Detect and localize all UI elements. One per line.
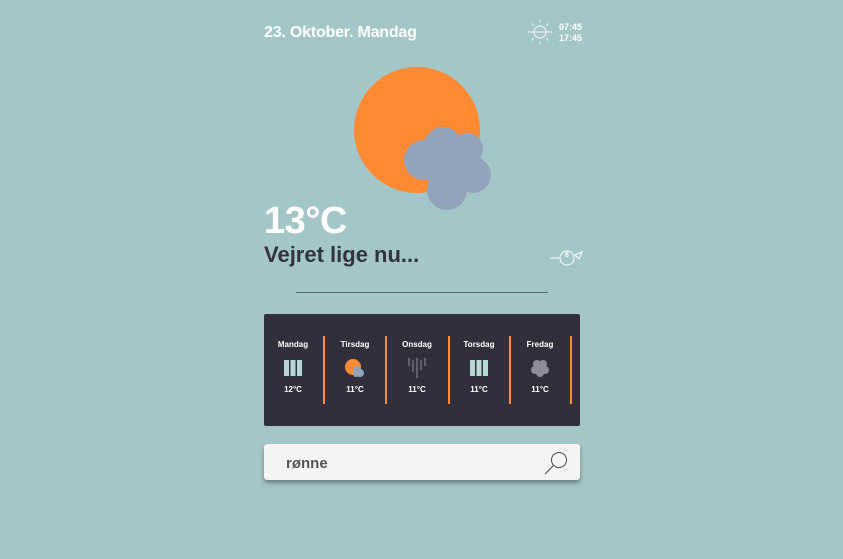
current-temperature: 13°C <box>264 200 347 242</box>
forecast-day: Tirsdag 11°C <box>326 336 384 406</box>
search-input[interactable] <box>284 452 538 474</box>
cloud-icon <box>531 360 549 377</box>
forecast-day: Onsdag 11°C <box>388 336 446 406</box>
weather-app: 23. Oktober. Mandag 07:45 17:45 13°C Vej… <box>264 0 583 559</box>
forecast-day-name: Torsdag <box>463 340 495 349</box>
fog-icon <box>284 360 302 376</box>
forecast-day-temp: 12°C <box>284 385 302 394</box>
search-bar <box>264 444 580 480</box>
forecast-separator <box>385 336 387 404</box>
sunset-time: 17:45 <box>559 33 583 43</box>
forecast-day-name: Mandag <box>277 340 309 349</box>
fog-icon <box>470 360 488 376</box>
forecast-panel: Mandag 12°C Tirsdag 11°C Onsdag 11°C Tor… <box>264 314 580 426</box>
partly-cloudy-icon <box>345 359 364 377</box>
forecast-day-temp: 11°C <box>470 385 488 394</box>
forecast-day-name: Tirsdag <box>340 340 370 349</box>
forecast-day-temp: 11°C <box>531 385 549 394</box>
sun-times: 07:45 17:45 <box>559 22 582 44</box>
forecast-day-name: Onsdag <box>402 340 432 349</box>
sunrise-sunset-icon <box>528 20 552 44</box>
forecast-day: Torsdag 11°C <box>450 336 508 406</box>
forecast-day: Fredag 11°C <box>511 336 569 406</box>
forecast-day-temp: 11°C <box>346 385 364 394</box>
forecast-separator <box>570 336 572 404</box>
forecast-separator <box>323 336 325 404</box>
forecast-day-temp: 11°C <box>408 385 426 394</box>
forecast-day-name: Fredag <box>526 340 554 349</box>
date-label: 23. Oktober. Mandag <box>264 24 417 41</box>
current-description: Vejret lige nu... <box>264 242 420 267</box>
wind-speed: 6 <box>565 252 569 259</box>
rain-icon <box>408 358 426 378</box>
divider <box>296 292 548 293</box>
search-icon[interactable] <box>543 450 569 476</box>
forecast-day: Mandag 12°C <box>264 336 322 406</box>
partly-cloudy-icon <box>354 67 491 210</box>
sunrise-time: 07:45 <box>559 22 583 32</box>
